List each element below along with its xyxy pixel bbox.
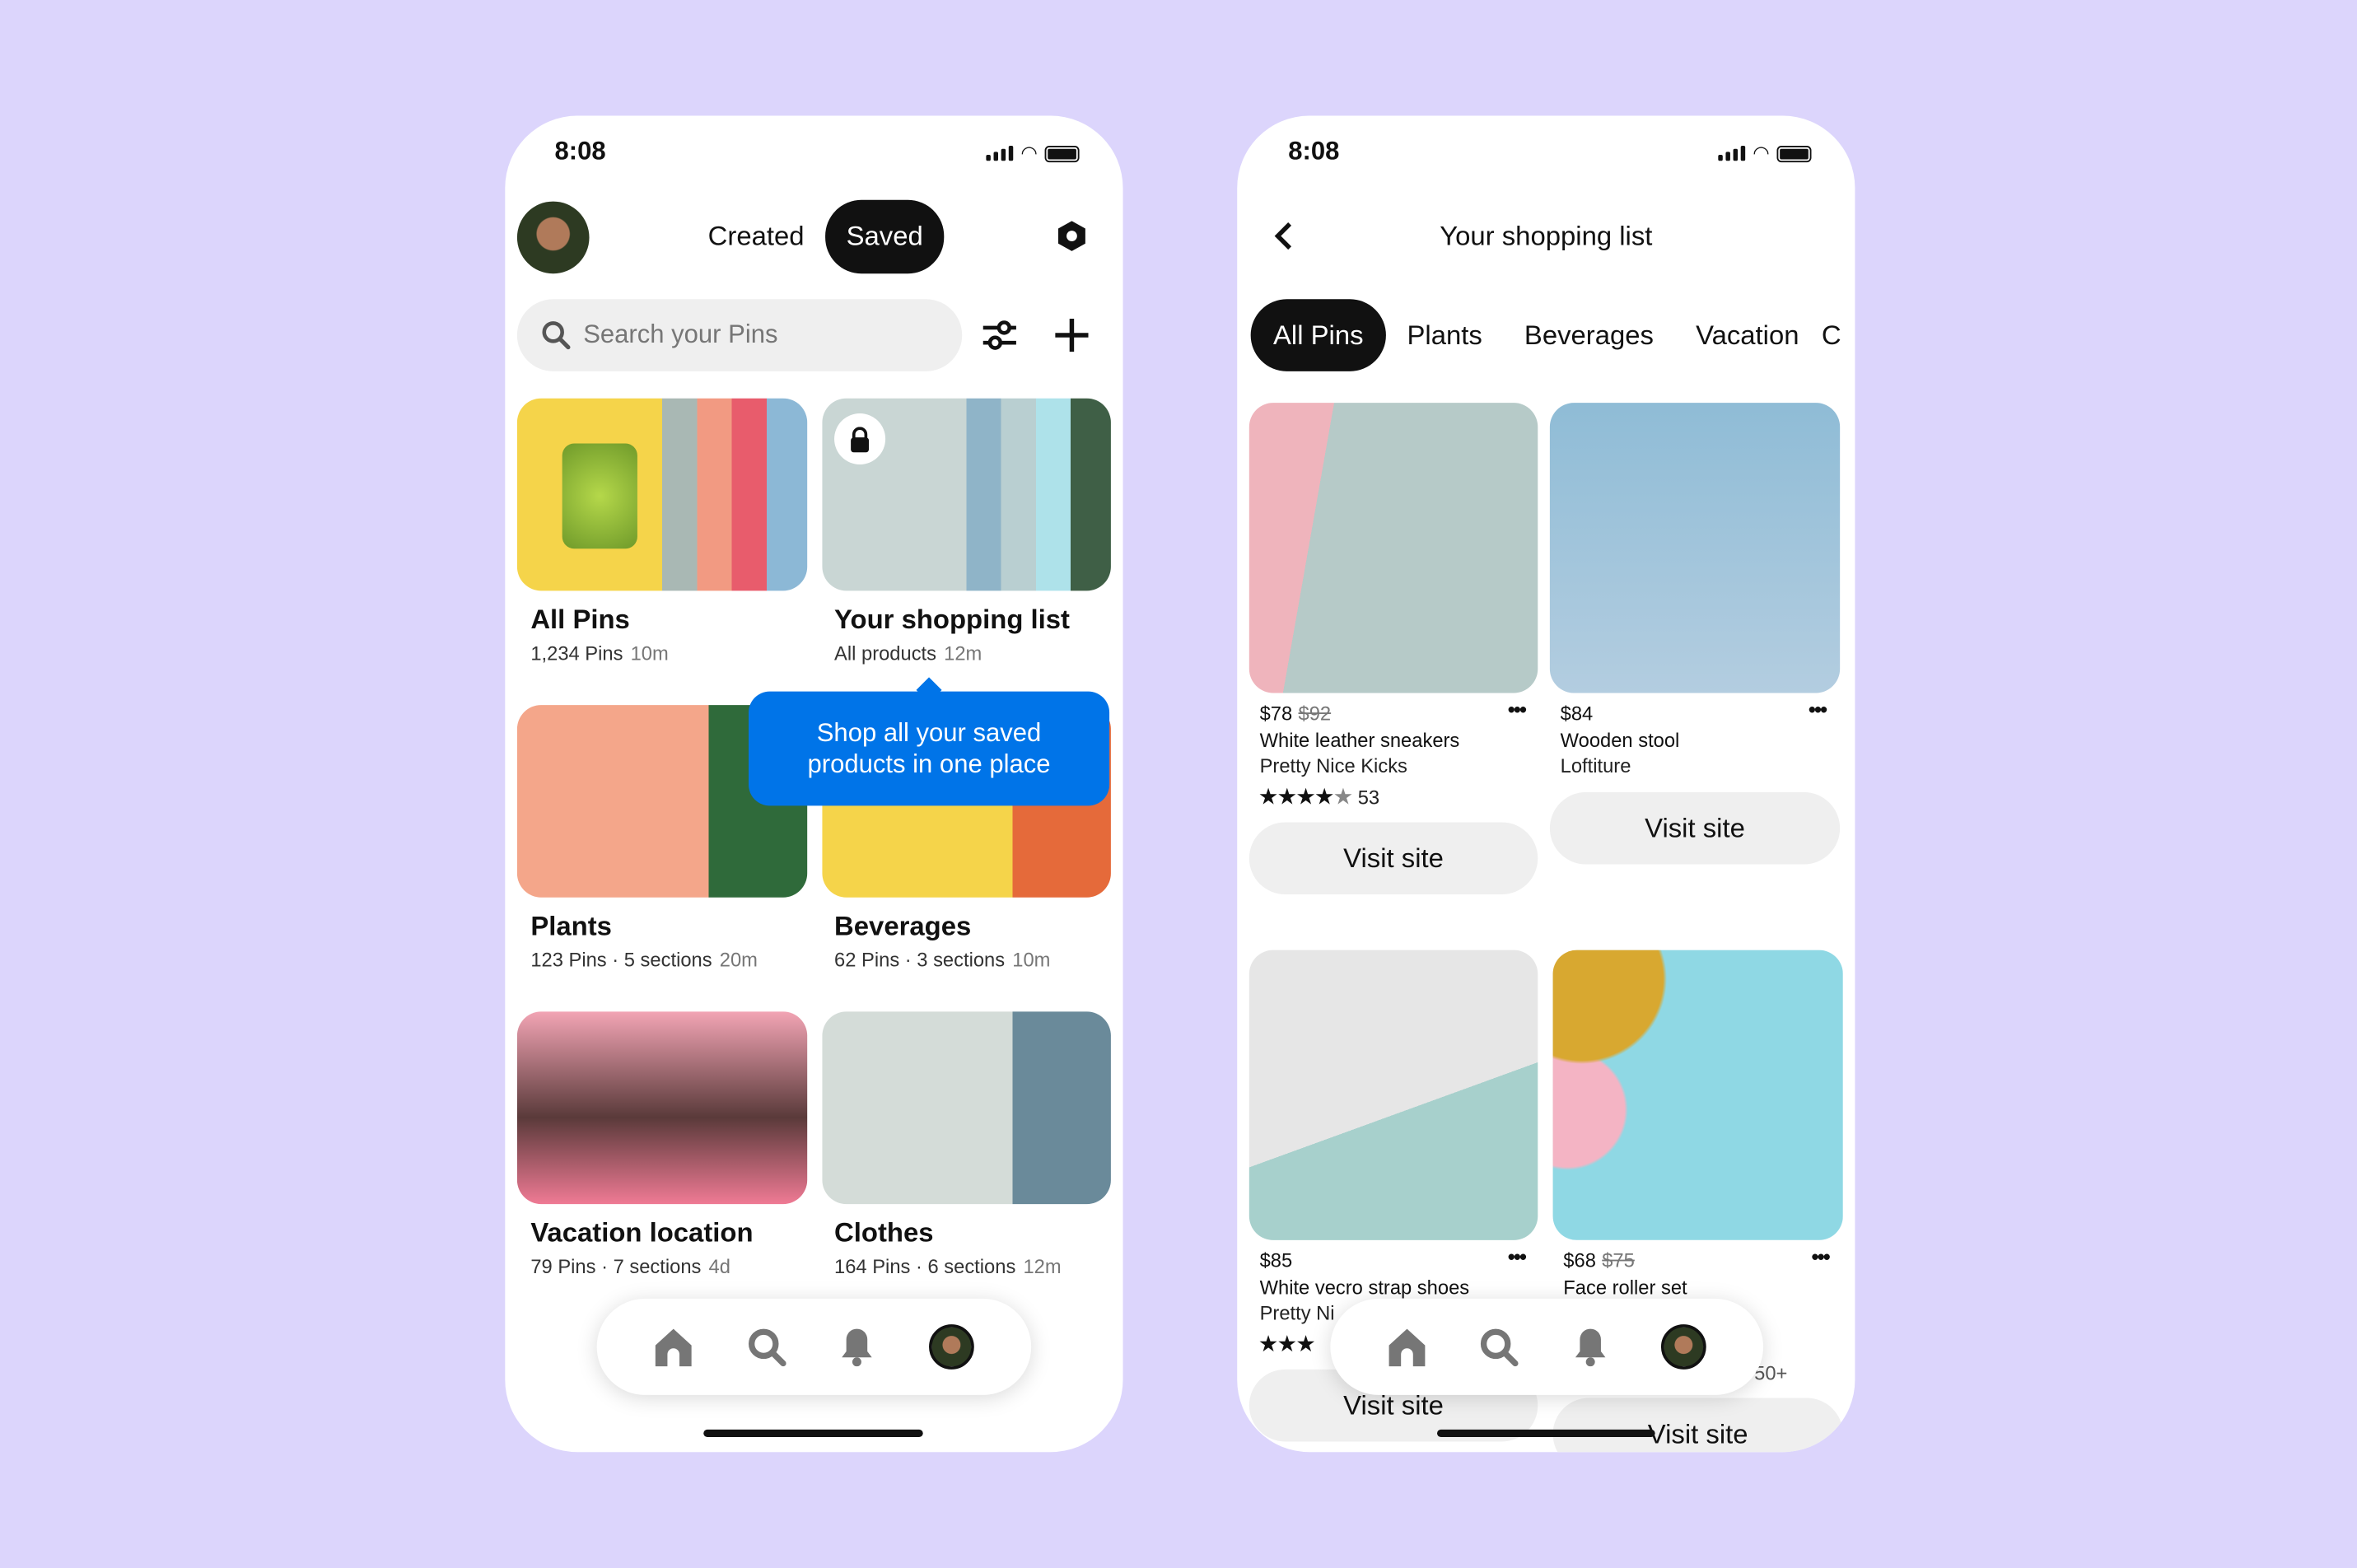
board-title[interactable]: Clothes [834, 1217, 933, 1248]
more-icon[interactable]: ••• [1508, 698, 1527, 721]
bell-icon[interactable] [1572, 1328, 1608, 1367]
board-meta: 62 Pins · 3 sections 10m [834, 948, 1051, 972]
visit-site-button[interactable]: Visit site [1249, 822, 1538, 895]
rating: ★★★★★ 53 [1258, 784, 1380, 810]
more-icon[interactable]: ••• [1508, 1244, 1527, 1268]
board-cover-clothes[interactable] [822, 1011, 1111, 1205]
board-title[interactable]: Vacation location [530, 1217, 753, 1248]
status-icons: ◠ [986, 142, 1080, 166]
board-title[interactable]: Beverages [834, 911, 971, 942]
home-icon[interactable] [654, 1328, 693, 1367]
product-name: Wooden stool [1560, 729, 1680, 752]
battery-icon [1045, 145, 1080, 162]
home-icon[interactable] [1387, 1328, 1426, 1367]
product-image[interactable] [1249, 403, 1538, 693]
search-icon [542, 321, 571, 350]
signal-icon [1718, 146, 1746, 161]
product-brand: Loftiture [1560, 754, 1631, 777]
tooltip[interactable]: Shop all your saved products in one plac… [748, 691, 1110, 806]
bottom-nav [1330, 1299, 1764, 1395]
add-icon[interactable] [1054, 317, 1090, 361]
board-cover-shopping[interactable] [822, 398, 1111, 591]
board-meta: 79 Pins · 7 sections 4d [530, 1255, 730, 1278]
profile-screen: 8:08 ◠ Created Saved Search your Pins Al… [505, 115, 1123, 1453]
tab-beverages[interactable]: Beverages [1503, 299, 1674, 371]
shopping-list-screen: 8:08 ◠ Your shopping list All Pins Plant… [1237, 115, 1855, 1453]
board-title[interactable]: Your shopping list [834, 604, 1070, 636]
star-rating-icon: ★★★★★ [1258, 784, 1354, 810]
product-image[interactable] [1249, 950, 1538, 1240]
avatar[interactable] [1661, 1324, 1707, 1370]
visit-site-button[interactable]: Visit site [1552, 1398, 1843, 1453]
more-icon[interactable]: ••• [1809, 698, 1827, 721]
more-icon[interactable]: ••• [1811, 1244, 1830, 1268]
search-icon[interactable] [746, 1328, 786, 1367]
product-price: $84 [1560, 702, 1594, 725]
home-indicator [703, 1429, 923, 1437]
search-placeholder: Search your Pins [583, 320, 778, 349]
product-price: $78 $92 [1259, 702, 1332, 725]
signal-icon [986, 146, 1014, 161]
tab-vacation[interactable]: Vacation [1675, 299, 1821, 371]
visit-site-button[interactable]: Visit site [1549, 791, 1841, 865]
settings-icon[interactable] [1055, 219, 1088, 252]
page-title: Your shopping list [1440, 221, 1653, 251]
product-name: White leather sneakers [1259, 729, 1460, 752]
board-cover-vacation[interactable] [516, 1011, 808, 1205]
product-price: $68 $75 [1563, 1248, 1635, 1272]
product-brand: Pretty Ni [1259, 1301, 1335, 1325]
board-meta: 164 Pins · 6 sections 12m [834, 1255, 1062, 1278]
board-meta: All products 12m [834, 642, 982, 665]
board-meta: 1,234 Pins 10m [530, 642, 669, 665]
tab-clothes[interactable]: C [1820, 299, 1841, 371]
filter-icon[interactable] [982, 319, 1018, 359]
product-image[interactable] [1552, 950, 1843, 1240]
product-price: $85 [1259, 1248, 1293, 1272]
wifi-icon: ◠ [1020, 141, 1038, 164]
status-time: 8:08 [1288, 137, 1340, 166]
search-input[interactable]: Search your Pins [516, 299, 963, 371]
status-time: 8:08 [554, 137, 606, 166]
avatar[interactable] [516, 201, 590, 274]
board-title[interactable]: All Pins [530, 604, 629, 636]
board-title[interactable]: Plants [530, 911, 612, 942]
product-image[interactable] [1549, 403, 1841, 693]
bell-icon[interactable] [839, 1328, 875, 1367]
lock-icon [834, 413, 886, 465]
product-brand: Pretty Nice Kicks [1259, 754, 1407, 777]
tab-plants[interactable]: Plants [1386, 299, 1503, 371]
tab-bar: All Pins Plants Beverages Vacation C [1250, 299, 1841, 371]
avatar[interactable] [929, 1324, 975, 1370]
status-icons: ◠ [1718, 141, 1813, 166]
bottom-nav [596, 1299, 1032, 1395]
board-meta: 123 Pins · 5 sections 20m [530, 948, 758, 972]
home-indicator [1436, 1429, 1655, 1437]
tab-saved[interactable]: Saved [825, 199, 945, 274]
search-icon[interactable] [1480, 1328, 1519, 1367]
board-cover-all-pins[interactable] [516, 398, 808, 591]
battery-icon [1777, 145, 1813, 162]
star-rating-icon: ★★★ [1258, 1332, 1316, 1358]
wifi-icon: ◠ [1753, 141, 1771, 164]
tab-all-pins[interactable]: All Pins [1250, 299, 1386, 371]
tab-created[interactable]: Created [688, 200, 824, 273]
product-name: Face roller set [1563, 1276, 1687, 1300]
product-name: White vecro strap shoes [1259, 1276, 1470, 1300]
